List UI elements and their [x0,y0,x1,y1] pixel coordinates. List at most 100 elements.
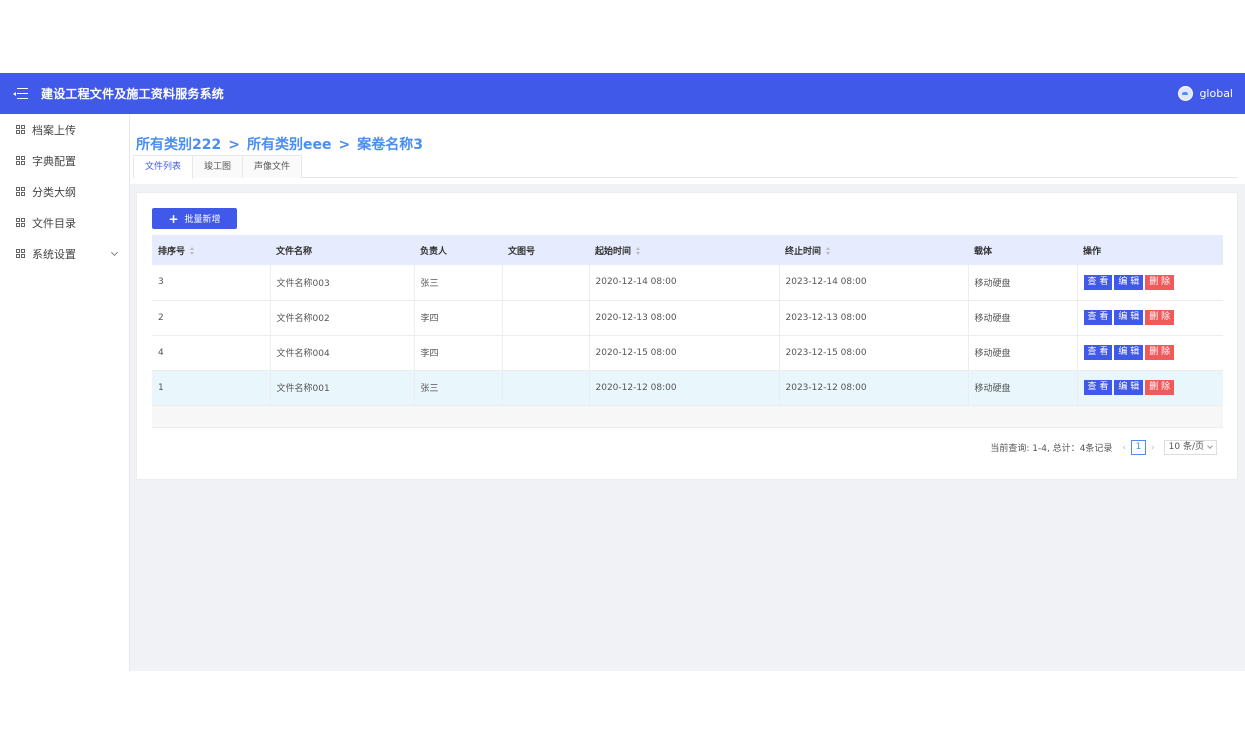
column-header-actions: 操作 [1083,246,1102,257]
sort-icon[interactable] [826,247,831,255]
sidebar-item-dictionary[interactable]: 字典配置 [0,145,129,176]
appstore-icon [16,187,25,196]
table-footer-row [152,405,1223,428]
file-table: 排序号 文件名称 负责人 文图号 起始时间 终止时间 载体 操作 3 文件名称0… [152,235,1223,428]
user-name: global [1199,87,1233,100]
cell-order: 4 [152,335,271,371]
sort-icon[interactable] [190,247,195,255]
view-button[interactable]: 查 看 [1083,345,1113,360]
tab-file-list[interactable]: 文件列表 [133,155,194,179]
table-header-row: 排序号 文件名称 负责人 文图号 起始时间 终止时间 载体 操作 [152,235,1223,265]
sidebar-item-outline[interactable]: 分类大纲 [0,176,129,207]
cell-name: 文件名称002 [270,300,415,336]
cell-owner: 李四 [414,300,503,336]
column-header-drawing-no: 文图号 [508,246,536,257]
cell-owner: 张三 [414,265,503,301]
cell-actions: 查 看编 辑删 除 [1077,265,1223,301]
cell-carrier: 移动硬盘 [968,300,1078,336]
sidebar-item-label: 文件目录 [32,216,76,230]
delete-button[interactable]: 删 除 [1145,310,1175,325]
edit-button[interactable]: 编 辑 [1114,274,1144,290]
file-list-card: + 批量新增 排序号 文件名称 负责人 文图号 起始时间 终止时间 载体 操作 … [136,192,1238,480]
table-row: 1 文件名称001 张三 2020-12-12 08:00 2023-12-12… [152,370,1223,406]
cell-drawing-no [502,300,590,336]
column-header-start-time[interactable]: 起始时间 [589,235,779,265]
column-header-order[interactable]: 排序号 [152,235,270,265]
cell-start-time: 2020-12-12 08:00 [589,370,780,406]
column-header-carrier: 载体 [974,246,993,257]
cell-carrier: 移动硬盘 [968,335,1078,371]
view-button[interactable]: 查 看 [1083,380,1113,395]
cell-actions: 查 看编 辑删 除 [1077,370,1223,406]
cell-actions: 查 看编 辑删 除 [1077,300,1223,336]
cell-actions: 查 看编 辑删 除 [1077,335,1223,371]
cell-end-time: 2023-12-14 08:00 [779,265,969,301]
page-number-button[interactable]: 1 [1131,440,1147,455]
column-header-name: 文件名称 [276,246,313,257]
app-title: 建设工程文件及施工资料服务系统 [41,87,225,101]
cell-start-time: 2020-12-14 08:00 [589,265,780,301]
cell-start-time: 2020-12-13 08:00 [589,300,780,336]
sidebar-item-label: 字典配置 [32,154,76,168]
plus-icon: + [168,211,179,226]
sidebar-item-system-settings[interactable]: 系统设置 [0,238,129,269]
chevron-right-icon[interactable]: › [1151,443,1155,453]
cell-order: 3 [152,265,271,301]
main-content: 所有类别222 > 所有类别eee > 案卷名称3 文件列表 竣工图 声像文件 + 批量… [130,114,1245,671]
cell-order: 1 [152,370,271,406]
page-size-select[interactable]: 10 条/页 [1163,440,1217,455]
appstore-icon [16,249,25,258]
delete-button[interactable]: 删 除 [1145,380,1175,395]
delete-button[interactable]: 删 除 [1145,345,1175,360]
chevron-left-icon[interactable]: ‹ [1122,443,1126,453]
menu-fold-icon[interactable] [13,87,28,100]
chevron-down-icon [1207,443,1213,449]
edit-button[interactable]: 编 辑 [1114,345,1144,360]
tab-audio-video-files[interactable]: 声像文件 [242,155,303,178]
cell-name: 文件名称004 [270,335,415,371]
page-size-value: 10 条/页 [1168,442,1204,452]
sidebar-item-label: 档案上传 [32,123,76,137]
cell-drawing-no [502,370,590,406]
appstore-icon [16,218,25,227]
app-root: 建设工程文件及施工资料服务系统 global 档案上传 字典配置 分类大纲 文件… [0,73,1245,671]
top-bar: 建设工程文件及施工资料服务系统 global [0,73,1245,114]
cell-drawing-no [502,335,590,371]
cell-carrier: 移动硬盘 [968,370,1078,406]
sidebar-item-file-directory[interactable]: 文件目录 [0,207,129,238]
cell-owner: 李四 [414,335,503,371]
breadcrumb-item[interactable]: 所有类别222 [136,137,221,153]
breadcrumb-item[interactable]: 所有类别eee [247,137,332,153]
tab-as-built-drawings[interactable]: 竣工图 [192,155,244,178]
appstore-icon [16,125,25,134]
breadcrumb: 所有类别222 > 所有类别eee > 案卷名称3 [136,134,423,154]
column-header-end-time[interactable]: 终止时间 [779,235,968,265]
breadcrumb-item-current[interactable]: 案卷名称3 [357,137,423,153]
cell-order: 2 [152,300,271,336]
cell-name: 文件名称001 [270,370,415,406]
breadcrumb-separator: > [228,137,240,153]
view-button[interactable]: 查 看 [1083,310,1113,325]
sidebar: 档案上传 字典配置 分类大纲 文件目录 系统设置 [0,114,130,671]
cell-start-time: 2020-12-15 08:00 [589,335,780,371]
view-button[interactable]: 查 看 [1083,274,1113,290]
table-footer [152,405,1223,428]
pagination-summary: 当前查询: 1-4, 总计：4条记录 [990,444,1113,454]
delete-button[interactable]: 删 除 [1145,274,1175,290]
edit-button[interactable]: 编 辑 [1114,380,1144,395]
page-header: 所有类别222 > 所有类别eee > 案卷名称3 文件列表 竣工图 声像文件 [130,114,1245,184]
batch-add-label: 批量新增 [184,215,221,225]
chevron-down-icon [110,248,119,256]
batch-add-button[interactable]: + 批量新增 [152,208,237,229]
cell-name: 文件名称003 [270,265,415,301]
table-row: 2 文件名称002 李四 2020-12-13 08:00 2023-12-13… [152,300,1223,336]
tab-bar: 文件列表 竣工图 声像文件 [133,155,1238,179]
user-menu[interactable]: global [1178,86,1233,101]
cell-owner: 张三 [414,370,503,406]
edit-button[interactable]: 编 辑 [1114,310,1144,325]
cell-carrier: 移动硬盘 [968,265,1078,301]
sort-icon[interactable] [636,247,641,255]
table-row: 4 文件名称004 李四 2020-12-15 08:00 2023-12-15… [152,335,1223,371]
appstore-icon [16,156,25,165]
sidebar-item-archive-upload[interactable]: 档案上传 [0,114,129,145]
